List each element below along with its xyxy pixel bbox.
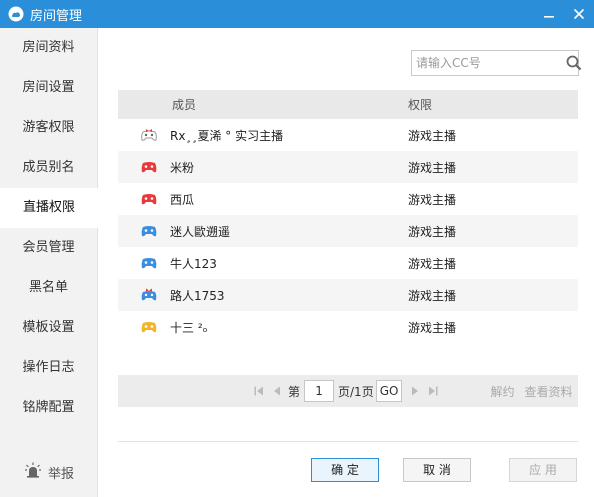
member-table: 成员 权限 Rx¸¸夏浠 ° 实习主播 游戏主播 米粉 游戏主播 西瓜 游戏主播 — [118, 90, 578, 343]
member-name: Rx¸¸夏浠 ° 实习主播 — [170, 128, 284, 143]
member-permission: 游戏主播 — [408, 320, 457, 335]
sidebar-item-blacklist[interactable]: 黑名单 — [0, 268, 97, 308]
sidebar-item-guest-permission[interactable]: 游客权限 — [0, 108, 97, 148]
member-name: 西瓜 — [170, 192, 195, 207]
divider — [118, 441, 578, 442]
window-title: 房间管理 — [30, 8, 83, 24]
member-name: 米粉 — [170, 160, 195, 175]
sidebar-item-template-settings[interactable]: 模板设置 — [0, 308, 97, 348]
last-page-icon[interactable] — [426, 384, 440, 398]
member-permission: 游戏主播 — [408, 128, 457, 143]
table-row[interactable]: 迷人歐遡遥 游戏主播 — [118, 215, 578, 247]
page-suffix: 页/1页 — [338, 384, 374, 399]
member-name: 十三 ²ₒ — [170, 320, 208, 335]
table-row[interactable]: 牛人123 游戏主播 — [118, 247, 578, 279]
member-permission: 游戏主播 — [408, 192, 457, 207]
search-icon[interactable] — [566, 51, 582, 75]
first-page-icon[interactable] — [252, 384, 266, 398]
member-permission: 游戏主播 — [408, 224, 457, 239]
gamepad-icon — [140, 223, 158, 239]
member-permission: 游戏主播 — [408, 160, 457, 175]
header-member: 成员 — [172, 98, 197, 112]
sidebar-item-room-info[interactable]: 房间资料 — [0, 28, 97, 68]
alarm-icon — [24, 462, 42, 482]
prev-page-icon[interactable] — [270, 384, 284, 398]
next-page-icon[interactable] — [408, 384, 422, 398]
view-profile-link[interactable]: 查看资料 — [524, 383, 572, 400]
page-prefix: 第 — [288, 384, 301, 399]
main-panel: 成员 权限 Rx¸¸夏浠 ° 实习主播 游戏主播 米粉 游戏主播 西瓜 游戏主播 — [98, 28, 594, 497]
cc-logo-icon — [8, 6, 24, 22]
report-label: 举报 — [47, 466, 74, 482]
table-header: 成员 权限 — [118, 90, 578, 119]
table-row[interactable]: 十三 ²ₒ 游戏主播 — [118, 311, 578, 343]
table-row[interactable]: 路人1753 游戏主播 — [118, 279, 578, 311]
page-number-input[interactable] — [304, 380, 335, 402]
gamepad-icon — [140, 191, 158, 207]
member-permission: 游戏主播 — [408, 256, 457, 271]
gamepad-icon — [140, 319, 158, 335]
report-button[interactable]: 举报 — [0, 459, 98, 485]
apply-button[interactable]: 应 用 — [509, 458, 577, 482]
ok-button[interactable]: 确 定 — [311, 458, 379, 482]
table-row[interactable]: Rx¸¸夏浠 ° 实习主播 游戏主播 — [118, 119, 578, 151]
member-name: 路人1753 — [170, 288, 225, 303]
pagination-bar: 第 页/1页 GO 解约 查看资料 — [118, 375, 578, 407]
table-row[interactable]: 西瓜 游戏主播 — [118, 183, 578, 215]
sidebar-item-nameplate-config[interactable]: 铭牌配置 — [0, 388, 97, 428]
member-name: 迷人歐遡遥 — [170, 224, 231, 239]
minimize-button[interactable] — [534, 0, 564, 28]
search-input[interactable] — [412, 51, 566, 75]
sidebar-item-vip-management[interactable]: 会员管理 — [0, 228, 97, 268]
sidebar-item-operation-log[interactable]: 操作日志 — [0, 348, 97, 388]
gamepad-icon — [140, 159, 158, 175]
member-name: 牛人123 — [170, 256, 217, 271]
gamepad-icon — [140, 287, 158, 303]
terminate-contract-link[interactable]: 解约 — [490, 383, 514, 400]
gamepad-icon — [140, 127, 158, 143]
go-button[interactable]: GO — [375, 380, 403, 402]
search-box — [411, 50, 582, 76]
member-permission: 游戏主播 — [408, 288, 457, 303]
sidebar: 房间资料 房间设置 游客权限 成员别名 直播权限 会员管理 黑名单 模板设置 操… — [0, 28, 98, 497]
close-button[interactable] — [564, 0, 594, 28]
title-bar: 房间管理 — [0, 0, 594, 28]
header-permission: 权限 — [408, 98, 433, 112]
gamepad-icon — [140, 255, 158, 271]
sidebar-item-member-alias[interactable]: 成员别名 — [0, 148, 97, 188]
table-row[interactable]: 米粉 游戏主播 — [118, 151, 578, 183]
sidebar-item-room-settings[interactable]: 房间设置 — [0, 68, 97, 108]
sidebar-item-live-permission[interactable]: 直播权限 — [0, 188, 98, 228]
cancel-button[interactable]: 取 消 — [403, 458, 471, 482]
